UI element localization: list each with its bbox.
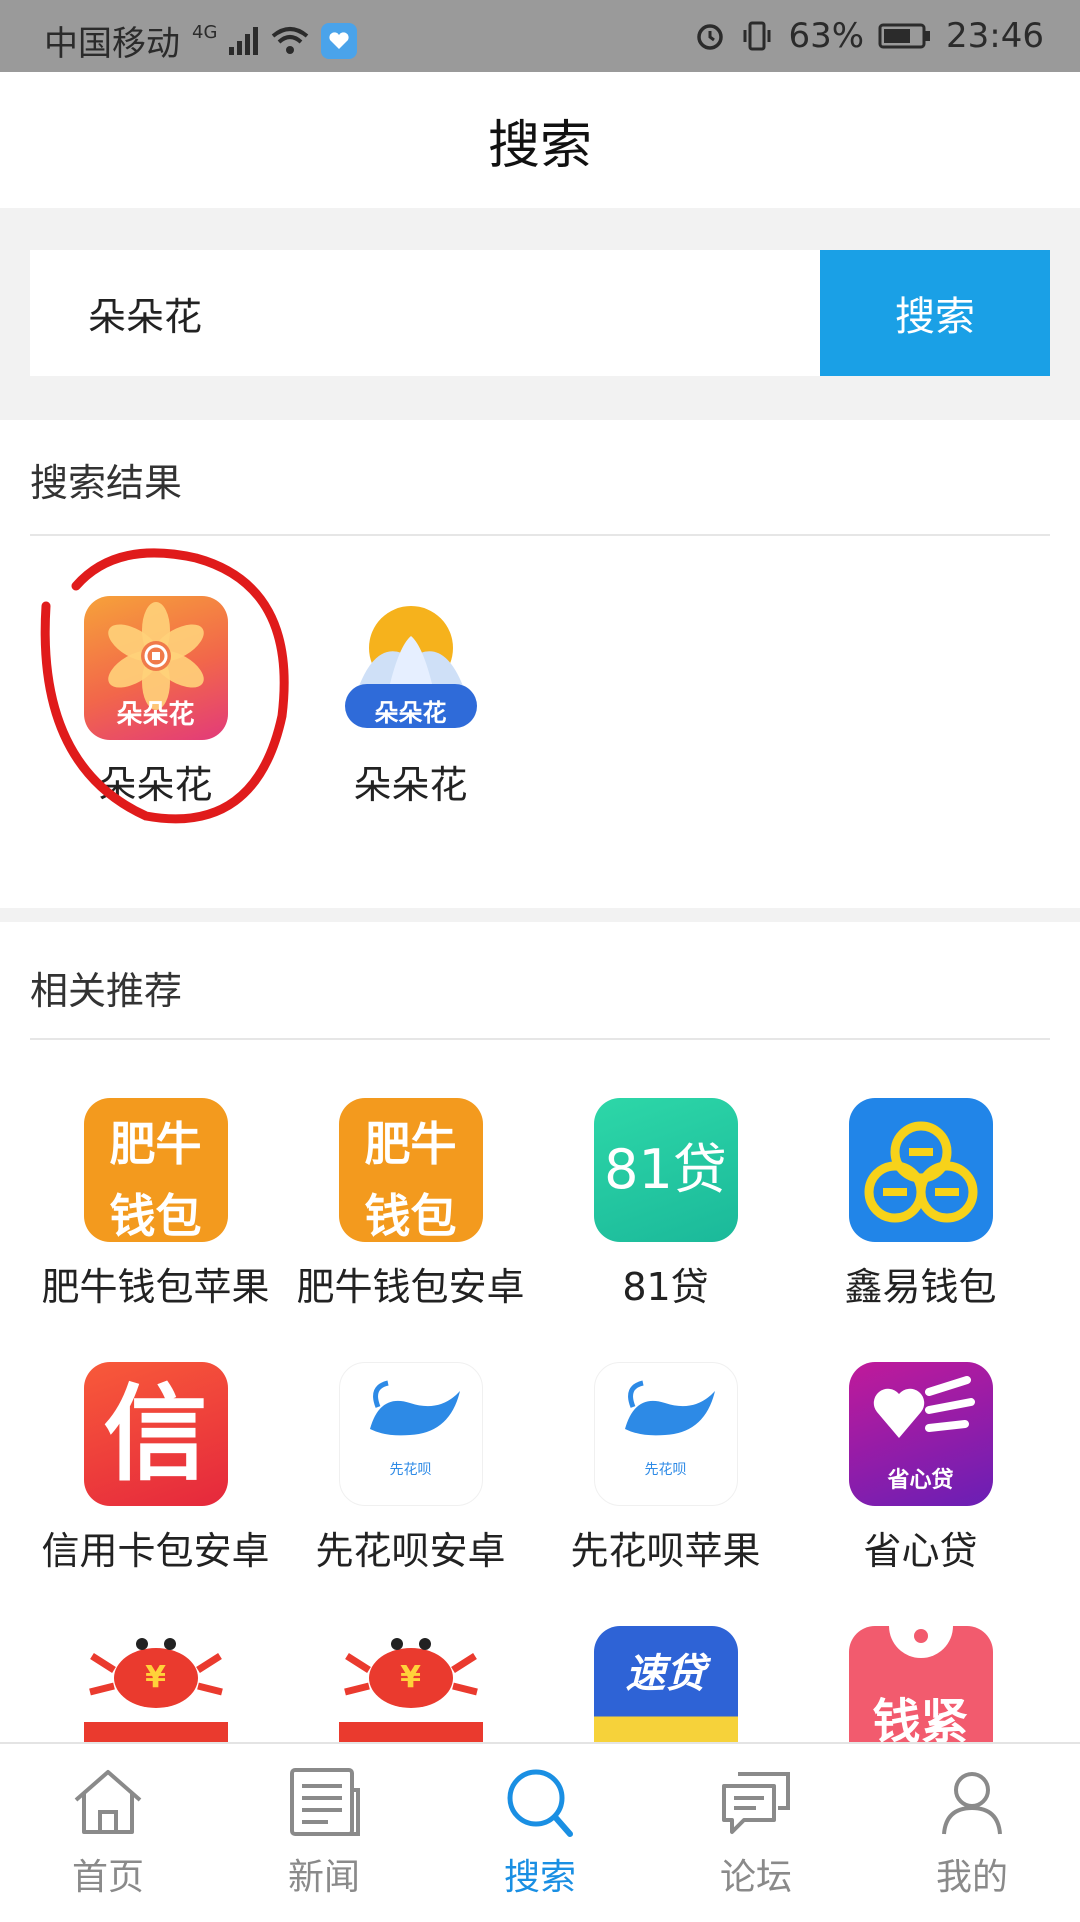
tab-news[interactable]: 新闻	[216, 1766, 432, 1900]
duoduohua-pink-flower-icon: 朵朵花	[83, 596, 228, 740]
app-label: 先花呗苹果	[570, 1529, 761, 1573]
app-label: 信用卡包安卓	[41, 1529, 270, 1573]
recommend-app[interactable]: 先花呗 先花呗安卓	[283, 1362, 538, 1575]
feiniu-wallet-icon: 肥牛 钱包	[338, 1098, 483, 1242]
app-label: 朵朵花	[353, 763, 468, 807]
home-icon	[74, 1770, 142, 1834]
battery-percent: 63%	[788, 16, 865, 56]
tab-forum[interactable]: 论坛	[648, 1766, 864, 1900]
feiniu-wallet-icon: 肥牛 钱包	[83, 1098, 228, 1242]
tab-home[interactable]: 首页	[0, 1766, 216, 1900]
tab-profile[interactable]: 我的	[864, 1766, 1080, 1900]
recommend-panel: 相关推荐 肥牛 钱包 肥牛钱包苹果 肥牛 钱包 肥牛钱包安卓 81贷 81贷 鑫…	[0, 922, 1080, 1770]
search-input[interactable]	[30, 250, 820, 376]
app-label: 肥牛钱包苹果	[41, 1265, 270, 1309]
tab-label: 论坛	[719, 1857, 792, 1898]
app-label: 朵朵花	[98, 763, 213, 807]
81dai-icon: 81贷	[593, 1098, 738, 1242]
divider	[30, 534, 1050, 536]
network-type: 4G	[192, 22, 218, 43]
recommend-app[interactable]: 信 信用卡包安卓	[28, 1362, 283, 1575]
icon-text: 省心贷	[887, 1468, 954, 1493]
recommend-app[interactable]: 肥牛 钱包 肥牛钱包苹果	[28, 1098, 283, 1311]
duoduohua-blue-lotus-icon: 朵朵花	[339, 596, 483, 740]
result-app[interactable]: 朵朵花 朵朵花	[283, 596, 538, 809]
icon-text: 肥牛	[109, 1117, 202, 1171]
icon-text: 朵朵花	[116, 700, 195, 730]
icon-text: 肥牛	[364, 1117, 457, 1171]
news-icon	[290, 1768, 360, 1836]
icon-text: 朵朵花	[374, 699, 447, 727]
forum-icon	[722, 1772, 790, 1834]
recommend-app[interactable]: 钱紧	[793, 1626, 1048, 1742]
page-title: 搜索	[487, 115, 592, 176]
search-icon	[507, 1769, 573, 1837]
icon-text: 81贷	[604, 1138, 727, 1201]
recommend-app[interactable]: 肥牛 钱包 肥牛钱包安卓	[283, 1098, 538, 1311]
recommend-app[interactable]: 速贷	[538, 1626, 793, 1742]
app-notification-icon	[321, 22, 358, 59]
result-app[interactable]: 朵朵花 朵朵花	[28, 596, 283, 809]
icon-text: 速贷	[625, 1651, 706, 1697]
clock: 23:46	[946, 16, 1044, 56]
sudai-icon: 速贷	[593, 1626, 738, 1742]
app-label: 81贷	[622, 1265, 709, 1309]
credit-card-wallet-icon: 信	[83, 1362, 228, 1506]
profile-icon	[942, 1772, 1002, 1835]
app-label: 肥牛钱包安卓	[296, 1265, 525, 1309]
app-label: 省心贷	[863, 1529, 978, 1573]
icon-text: 钱包	[109, 1189, 202, 1242]
icon-text: 钱包	[364, 1189, 457, 1242]
icon-text: 钱紧	[872, 1694, 969, 1742]
recommend-app[interactable]: 鑫易钱包	[793, 1098, 1048, 1311]
battery-icon	[878, 23, 931, 49]
recommend-app[interactable]: 先花呗 先花呗苹果	[538, 1362, 793, 1575]
icon-text: ¥	[145, 1660, 166, 1695]
vibrate-icon	[743, 21, 771, 51]
icon-text: 信	[103, 1373, 208, 1495]
tab-label: 首页	[71, 1857, 144, 1898]
tab-label: 我的	[935, 1857, 1008, 1898]
icon-text: ¥	[400, 1660, 421, 1695]
xianhuabei-icon: 先花呗	[338, 1362, 483, 1506]
shengxindai-icon: 省心贷	[848, 1362, 993, 1506]
status-bar: 中国移动 4G 63% 23:46	[0, 0, 1080, 72]
divider	[30, 1038, 1050, 1040]
carrier-name: 中国移动	[44, 24, 180, 64]
search-results-panel: 搜索结果 朵朵花 朵朵花 朵朵花 朵朵花	[0, 420, 1080, 908]
section-title-recommend: 相关推荐	[30, 969, 183, 1013]
alarm-icon	[697, 24, 724, 50]
app-label: 先花呗安卓	[315, 1529, 506, 1573]
qianjin-icon: 钱紧	[848, 1626, 993, 1742]
search-area: 搜索	[0, 208, 1080, 420]
app-label: 鑫易钱包	[844, 1265, 997, 1309]
signal-icon	[229, 26, 259, 55]
bottom-tab-bar: 首页 新闻 搜索 论坛 我的	[0, 1742, 1080, 1922]
xianhuabei-icon: 先花呗	[593, 1362, 738, 1506]
tab-label: 搜索	[503, 1857, 576, 1898]
header: 搜索	[0, 72, 1080, 208]
wifi-icon	[272, 26, 309, 54]
recommend-app[interactable]: 省心贷 省心贷	[793, 1362, 1048, 1575]
recommend-app[interactable]: 81贷 81贷	[538, 1098, 793, 1311]
section-title-results: 搜索结果	[30, 461, 183, 505]
tab-label: 新闻	[287, 1857, 360, 1898]
search-button[interactable]: 搜索	[820, 250, 1050, 376]
xinyi-wallet-icon	[848, 1098, 993, 1242]
tab-search[interactable]: 搜索	[432, 1766, 648, 1900]
